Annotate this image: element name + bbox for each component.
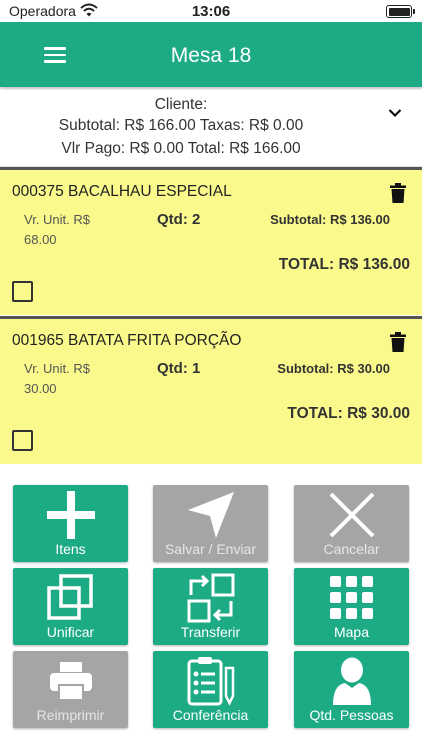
order-item[interactable]: 000375 BACALHAU ESPECIAL Vr. Unit. R$ 68… <box>0 167 422 315</box>
item-subtotal: Subtotal: R$ 136.00 <box>270 212 390 227</box>
trash-icon[interactable] <box>390 332 406 352</box>
battery-icon <box>386 5 415 18</box>
unify-button-label: Unificar <box>46 624 95 640</box>
order-item[interactable]: 001965 BATATA FRITA PORÇÃO Vr. Unit. R$ … <box>0 316 422 464</box>
unify-button[interactable]: Unificar <box>13 568 128 645</box>
save-send-button[interactable]: Salvar / Enviar <box>153 485 268 562</box>
checklist-button[interactable]: Conferência <box>153 651 268 728</box>
status-bar: Operadora 13:06 <box>0 0 422 22</box>
unit-price-label: Vr. Unit. R$ <box>24 212 90 227</box>
reprint-button-label: Reimprimir <box>36 707 105 723</box>
item-checkbox[interactable] <box>12 430 33 451</box>
checklist-button-label: Conferência <box>172 707 249 723</box>
page-title: Mesa 18 <box>170 44 252 67</box>
merge-icon <box>13 573 128 623</box>
unit-price-value: 68.00 <box>24 232 57 247</box>
close-icon <box>294 490 409 540</box>
reprint-button[interactable]: Reimprimir <box>13 651 128 728</box>
item-subtotal: Subtotal: R$ 30.00 <box>277 361 390 376</box>
unit-price-value: 30.00 <box>24 381 57 396</box>
plus-icon <box>13 490 128 540</box>
clock: 13:06 <box>191 3 231 20</box>
cancel-button[interactable]: Cancelar <box>294 485 409 562</box>
transfer-icon <box>153 573 268 623</box>
item-total: TOTAL: R$ 136.00 <box>278 256 410 273</box>
item-total: TOTAL: R$ 30.00 <box>287 405 410 422</box>
item-quantity: Qtd: 1 <box>157 360 201 377</box>
client-line: Cliente: <box>154 96 208 113</box>
printer-icon <box>13 656 128 706</box>
transfer-button-label: Transferir <box>180 624 241 640</box>
total-line: Vlr Pago: R$ 0.00 Total: R$ 166.00 <box>61 140 301 157</box>
action-grid: Itens Salvar / Enviar Cancelar Unificar … <box>0 468 422 750</box>
save-send-button-label: Salvar / Enviar <box>164 541 257 557</box>
order-summary[interactable]: Cliente: Subtotal: R$ 166.00 Taxas: R$ 0… <box>0 90 422 167</box>
map-button-label: Mapa <box>333 624 370 640</box>
trash-icon[interactable] <box>390 183 406 203</box>
unit-price-label: Vr. Unit. R$ <box>24 361 90 376</box>
people-count-button-label: Qtd. Pessoas <box>309 707 394 723</box>
item-checkbox[interactable] <box>12 281 33 302</box>
items-button[interactable]: Itens <box>13 485 128 562</box>
person-icon <box>294 656 409 706</box>
transfer-button[interactable]: Transferir <box>153 568 268 645</box>
send-icon <box>153 490 268 540</box>
checklist-icon <box>153 656 268 706</box>
grid-map-icon <box>294 573 409 623</box>
item-name: 001965 BATATA FRITA PORÇÃO <box>12 332 242 349</box>
subtotal-line: Subtotal: R$ 166.00 Taxas: R$ 0.00 <box>58 117 304 134</box>
people-count-button[interactable]: Qtd. Pessoas <box>294 651 409 728</box>
item-name: 000375 BACALHAU ESPECIAL <box>12 183 232 200</box>
map-button[interactable]: Mapa <box>294 568 409 645</box>
item-quantity: Qtd: 2 <box>157 211 201 228</box>
chevron-down-icon[interactable] <box>388 108 402 118</box>
app-bar: Mesa 18 <box>0 22 422 87</box>
items-button-label: Itens <box>55 541 86 557</box>
cancel-button-label: Cancelar <box>323 541 380 557</box>
